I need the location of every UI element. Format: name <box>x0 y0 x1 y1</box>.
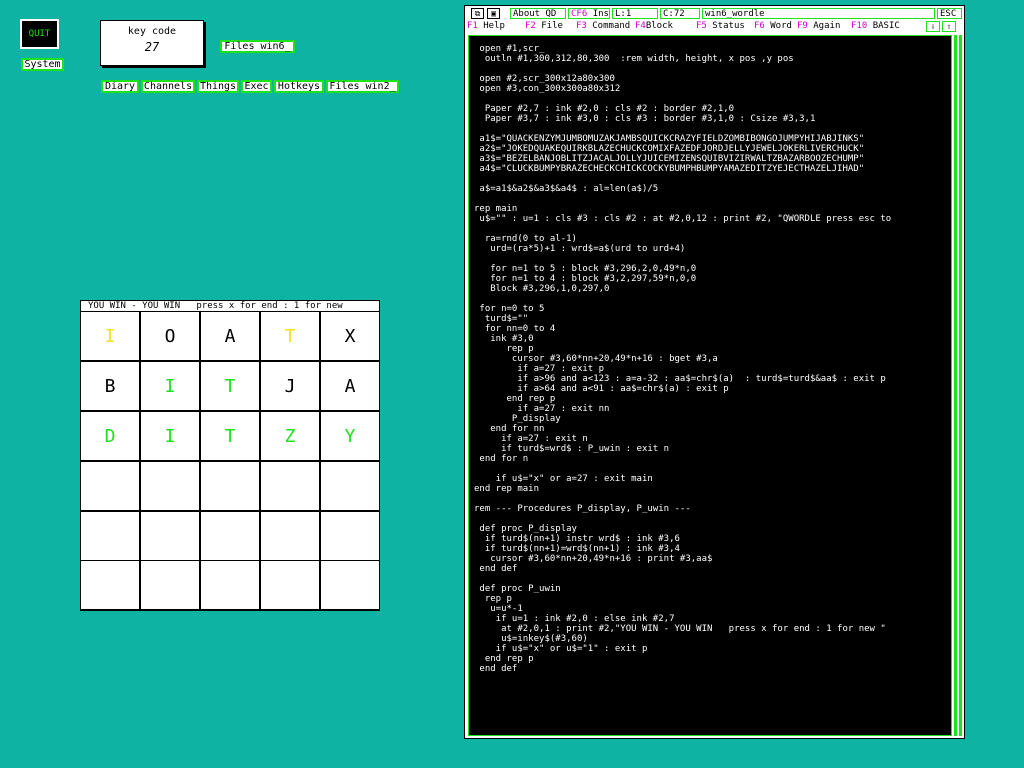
wordle-cell: I <box>141 362 199 410</box>
editor-menu-bar: F1 Help F2 File F3 Command F4Block F5 St… <box>467 21 962 32</box>
menu-status[interactable]: F5 Status <box>696 21 745 32</box>
scroll-down-icon[interactable]: ⇩ <box>926 21 940 32</box>
wordle-cell <box>141 561 199 609</box>
files-win6-button[interactable]: Files win6_ <box>220 40 295 53</box>
wordle-cell <box>201 462 259 510</box>
wordle-window: YOU WIN - YOU WIN press x for end : 1 fo… <box>80 300 380 611</box>
menu-word-key: F6 <box>754 21 765 31</box>
channels-button[interactable]: Channels <box>141 80 195 93</box>
system-button[interactable]: System <box>21 58 64 71</box>
menu-basic-label: BASIC <box>872 21 900 31</box>
wordle-cell: T <box>201 362 259 410</box>
wordle-cell <box>261 512 319 560</box>
wordle-cell: X <box>321 312 379 360</box>
wordle-cell: A <box>321 362 379 410</box>
scroll-up-icon[interactable]: ⇧ <box>942 21 956 32</box>
things-button[interactable]: Things <box>197 80 239 93</box>
filename-field: win6_wordle <box>702 8 935 19</box>
menu-basic-key: F10 <box>851 21 868 31</box>
wordle-cell <box>321 512 379 560</box>
esc-button[interactable]: ESC <box>937 8 962 19</box>
wordle-cell: Y <box>321 412 379 460</box>
menu-file-label: File <box>541 21 563 31</box>
wordle-cell <box>81 462 139 510</box>
wordle-cell: O <box>141 312 199 360</box>
wordle-cell: T <box>201 412 259 460</box>
editor-title-bar: ⧉ ▣ About QD CF6 Ins L:1 C:72 win6_wordl… <box>467 8 962 19</box>
wordle-cell: T <box>261 312 319 360</box>
menu-again-key: F9 <box>797 21 808 31</box>
wordle-cell: I <box>141 412 199 460</box>
wordle-cell <box>261 561 319 609</box>
wordle-cell <box>261 462 319 510</box>
key-code-panel: key code 27 <box>100 20 204 66</box>
menu-status-label: Status <box>712 21 745 31</box>
menu-command[interactable]: F3 Command <box>576 21 630 32</box>
menu-command-label: Command <box>592 21 631 31</box>
wordle-cell <box>201 512 259 560</box>
wordle-cell <box>201 561 259 609</box>
line-indicator: L:1 <box>612 8 658 19</box>
wordle-cell <box>321 561 379 609</box>
quit-button[interactable]: QUIT <box>20 19 59 49</box>
wordle-cell: Z <box>261 412 319 460</box>
key-code-label: key code <box>127 26 177 37</box>
wordle-status-bar: YOU WIN - YOU WIN press x for end : 1 fo… <box>81 301 379 311</box>
menu-block-key: F4 <box>635 21 646 31</box>
menu-status-key: F5 <box>696 21 707 31</box>
menu-word-label: Word <box>770 21 792 31</box>
menu-again[interactable]: F9 Again <box>797 21 840 32</box>
editor-window: ⧉ ▣ About QD CF6 Ins L:1 C:72 win6_wordl… <box>464 5 965 739</box>
menu-again-label: Again <box>813 21 841 31</box>
hotkeys-button[interactable]: Hotkeys <box>274 80 324 93</box>
key-code-value: 27 <box>144 40 160 54</box>
files-win2-button[interactable]: Files win2_ <box>326 80 399 93</box>
code-editor-area[interactable]: open #1,scr_ outln #1,300,312,80,300 :re… <box>468 35 952 736</box>
insert-mode-key: CF6 <box>571 9 588 19</box>
wordle-cell: B <box>81 362 139 410</box>
menu-word[interactable]: F6 Word <box>754 21 792 32</box>
window-resize-icon[interactable]: ▣ <box>487 8 500 19</box>
window-move-icon[interactable]: ⧉ <box>471 8 484 19</box>
wordle-cell: D <box>81 412 139 460</box>
menu-help-label: Help <box>483 21 505 31</box>
insert-mode-label: Ins <box>592 9 609 19</box>
scrollbar-track-outer[interactable] <box>959 35 962 736</box>
wordle-cell: J <box>261 362 319 410</box>
insert-mode-indicator[interactable]: CF6 Ins <box>568 8 610 19</box>
menu-basic[interactable]: F10 BASIC <box>851 21 900 32</box>
wordle-cell <box>81 561 139 609</box>
wordle-grid[interactable]: IOATXBITJADITZY <box>81 312 379 610</box>
code-text[interactable]: open #1,scr_ outln #1,300,312,80,300 :re… <box>474 44 951 674</box>
wordle-cell <box>141 512 199 560</box>
menu-file[interactable]: F2 File <box>525 21 563 32</box>
wordle-cell: A <box>201 312 259 360</box>
menu-help-key: F1 <box>467 21 478 31</box>
menu-help[interactable]: F1 Help <box>467 21 505 32</box>
menu-command-key: F3 <box>576 21 587 31</box>
wordle-cell: I <box>81 312 139 360</box>
wordle-cell <box>81 512 139 560</box>
exec-button[interactable]: Exec <box>241 80 272 93</box>
scrollbar-track[interactable] <box>954 35 957 736</box>
wordle-cell <box>141 462 199 510</box>
wordle-cell <box>321 462 379 510</box>
diary-button[interactable]: Diary <box>101 80 139 93</box>
column-indicator: C:72 <box>660 8 700 19</box>
about-qd-button[interactable]: About QD <box>510 8 566 19</box>
menu-block-label: Block <box>645 21 673 31</box>
menu-file-key: F2 <box>525 21 536 31</box>
menu-block[interactable]: F4Block <box>635 21 673 32</box>
